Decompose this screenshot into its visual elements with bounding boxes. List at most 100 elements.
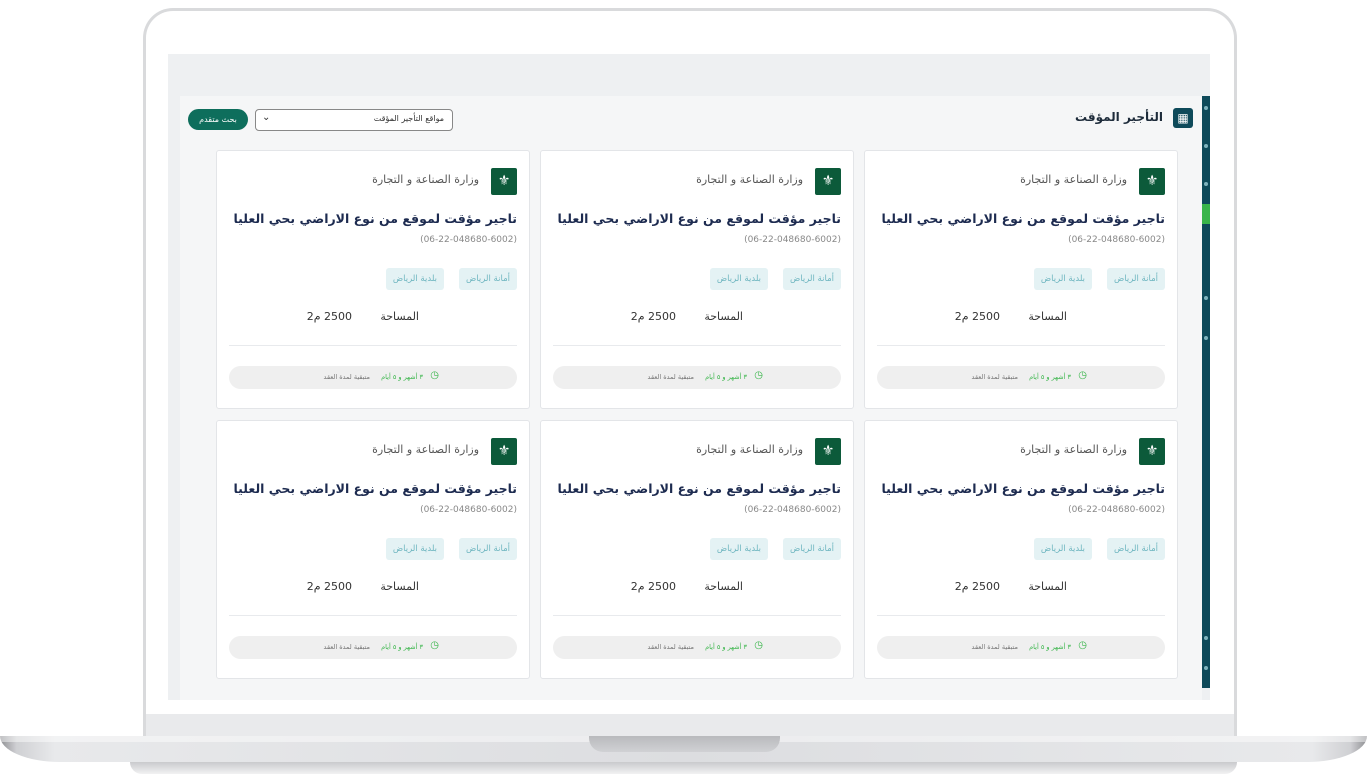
card-divider (229, 345, 517, 346)
sidebar-item[interactable] (1204, 296, 1208, 300)
listing-card[interactable]: ⚜ وزارة الصناعة و التجارة تاجير مؤقت لمو… (216, 420, 530, 679)
contract-remaining: ◷ ٣ أشهر و ٥ أيام متبقية لمدة العقد (877, 636, 1165, 659)
listing-code: (06-22-048680-6002) (420, 235, 517, 245)
clock-icon: ◷ (1078, 370, 1087, 381)
sidebar-item[interactable] (1204, 636, 1208, 640)
remaining-suffix: متبقية لمدة العقد (323, 373, 370, 381)
org-name: وزارة الصناعة و التجارة (696, 173, 803, 186)
remaining-suffix: متبقية لمدة العقد (971, 373, 1018, 381)
sidebar-item[interactable] (1204, 666, 1208, 670)
area-label: المساحة (1028, 580, 1067, 593)
listing-title[interactable]: تاجير مؤقت لموقع من نوع الاراضي بحي العل… (233, 481, 517, 496)
org-name: وزارة الصناعة و التجارة (1020, 443, 1127, 456)
remaining-time: ٣ أشهر و ٥ أيام (705, 373, 747, 381)
card-divider (553, 615, 841, 616)
tag-district: بلدية الرياض (709, 538, 768, 560)
remaining-suffix: متبقية لمدة العقد (323, 643, 370, 651)
chevron-down-icon: ⌄ (262, 112, 271, 123)
laptop-notch (589, 736, 780, 752)
listing-code: (06-22-048680-6002) (1068, 505, 1165, 515)
laptop-foot (130, 762, 1237, 774)
contract-remaining: ◷ ٣ أشهر و ٥ أيام متبقية لمدة العقد (877, 366, 1165, 389)
card-divider (877, 615, 1165, 616)
tag-municipality: أمانة الرياض (458, 268, 517, 290)
listing-card[interactable]: ⚜ وزارة الصناعة و التجارة تاجير مؤقت لمو… (540, 150, 854, 409)
clock-icon: ◷ (1078, 640, 1087, 651)
card-divider (229, 615, 517, 616)
listing-card[interactable]: ⚜ وزارة الصناعة و التجارة تاجير مؤقت لمو… (864, 150, 1178, 409)
tag-district: بلدية الرياض (709, 268, 768, 290)
select-value: مواقع التأجير المؤقت (373, 114, 444, 123)
contract-remaining: ◷ ٣ أشهر و ٥ أيام متبقية لمدة العقد (553, 366, 841, 389)
area-label: المساحة (380, 310, 419, 323)
page-title: التأجير المؤقت (1075, 110, 1163, 124)
area-label: المساحة (1028, 310, 1067, 323)
clock-icon: ◷ (430, 370, 439, 381)
remaining-time: ٣ أشهر و ٥ أيام (1029, 373, 1071, 381)
listing-title[interactable]: تاجير مؤقت لموقع من نوع الاراضي بحي العل… (233, 211, 517, 226)
area-value: 2500 م2 (954, 580, 1000, 593)
saudi-emblem-icon: ⚜ (1139, 168, 1165, 195)
remaining-time: ٣ أشهر و ٥ أيام (381, 643, 423, 651)
tag-municipality: أمانة الرياض (782, 538, 841, 560)
page-header: ▦ التأجير المؤقت مواقع التأجير المؤقت ⌄ … (188, 104, 1193, 134)
remaining-time: ٣ أشهر و ٥ أيام (1029, 643, 1071, 651)
listing-title[interactable]: تاجير مؤقت لموقع من نوع الاراضي بحي العل… (557, 481, 841, 496)
sidebar-item[interactable] (1204, 144, 1208, 148)
remaining-suffix: متبقية لمدة العقد (971, 643, 1018, 651)
sidebar (1202, 96, 1210, 688)
remaining-time: ٣ أشهر و ٥ أيام (705, 643, 747, 651)
area-value: 2500 م2 (630, 580, 676, 593)
listing-code: (06-22-048680-6002) (1068, 235, 1165, 245)
building-icon: ▦ (1173, 108, 1193, 128)
sidebar-active-indicator (1202, 204, 1210, 224)
location-type-select[interactable]: مواقع التأجير المؤقت ⌄ (255, 109, 453, 131)
area-value: 2500 م2 (954, 310, 1000, 323)
clock-icon: ◷ (754, 370, 763, 381)
contract-remaining: ◷ ٣ أشهر و ٥ أيام متبقية لمدة العقد (553, 636, 841, 659)
contract-remaining: ◷ ٣ أشهر و ٥ أيام متبقية لمدة العقد (229, 366, 517, 389)
listing-card[interactable]: ⚜ وزارة الصناعة و التجارة تاجير مؤقت لمو… (216, 150, 530, 409)
card-divider (553, 345, 841, 346)
area-label: المساحة (380, 580, 419, 593)
saudi-emblem-icon: ⚜ (1139, 438, 1165, 465)
listing-title[interactable]: تاجير مؤقت لموقع من نوع الاراضي بحي العل… (881, 211, 1165, 226)
listing-card[interactable]: ⚜ وزارة الصناعة و التجارة تاجير مؤقت لمو… (540, 420, 854, 679)
org-name: وزارة الصناعة و التجارة (372, 443, 479, 456)
org-name: وزارة الصناعة و التجارة (1020, 173, 1127, 186)
org-name: وزارة الصناعة و التجارة (372, 173, 479, 186)
area-value: 2500 م2 (306, 580, 352, 593)
contract-remaining: ◷ ٣ أشهر و ٥ أيام متبقية لمدة العقد (229, 636, 517, 659)
laptop-chin (146, 714, 1234, 736)
tag-municipality: أمانة الرياض (782, 268, 841, 290)
tag-municipality: أمانة الرياض (458, 538, 517, 560)
saudi-emblem-icon: ⚜ (815, 168, 841, 195)
saudi-emblem-icon: ⚜ (491, 438, 517, 465)
advanced-search-button[interactable]: بحث متقدم (188, 109, 248, 130)
area-value: 2500 م2 (306, 310, 352, 323)
remaining-time: ٣ أشهر و ٥ أيام (381, 373, 423, 381)
tag-district: بلدية الرياض (385, 268, 444, 290)
listing-code: (06-22-048680-6002) (744, 235, 841, 245)
area-label: المساحة (704, 310, 743, 323)
listing-card[interactable]: ⚜ وزارة الصناعة و التجارة تاجير مؤقت لمو… (864, 420, 1178, 679)
area-label: المساحة (704, 580, 743, 593)
tag-district: بلدية الرياض (1033, 538, 1092, 560)
card-divider (877, 345, 1165, 346)
remaining-suffix: متبقية لمدة العقد (647, 643, 694, 651)
listing-code: (06-22-048680-6002) (744, 505, 841, 515)
sidebar-item[interactable] (1204, 182, 1208, 186)
tag-district: بلدية الرياض (1033, 268, 1092, 290)
listing-title[interactable]: تاجير مؤقت لموقع من نوع الاراضي بحي العل… (557, 211, 841, 226)
clock-icon: ◷ (754, 640, 763, 651)
org-name: وزارة الصناعة و التجارة (696, 443, 803, 456)
top-bar (168, 54, 1210, 96)
sidebar-item[interactable] (1204, 106, 1208, 110)
saudi-emblem-icon: ⚜ (491, 168, 517, 195)
sidebar-item[interactable] (1204, 336, 1208, 340)
tag-municipality: أمانة الرياض (1106, 268, 1165, 290)
area-value: 2500 م2 (630, 310, 676, 323)
remaining-suffix: متبقية لمدة العقد (647, 373, 694, 381)
listing-title[interactable]: تاجير مؤقت لموقع من نوع الاراضي بحي العل… (881, 481, 1165, 496)
saudi-emblem-icon: ⚜ (815, 438, 841, 465)
